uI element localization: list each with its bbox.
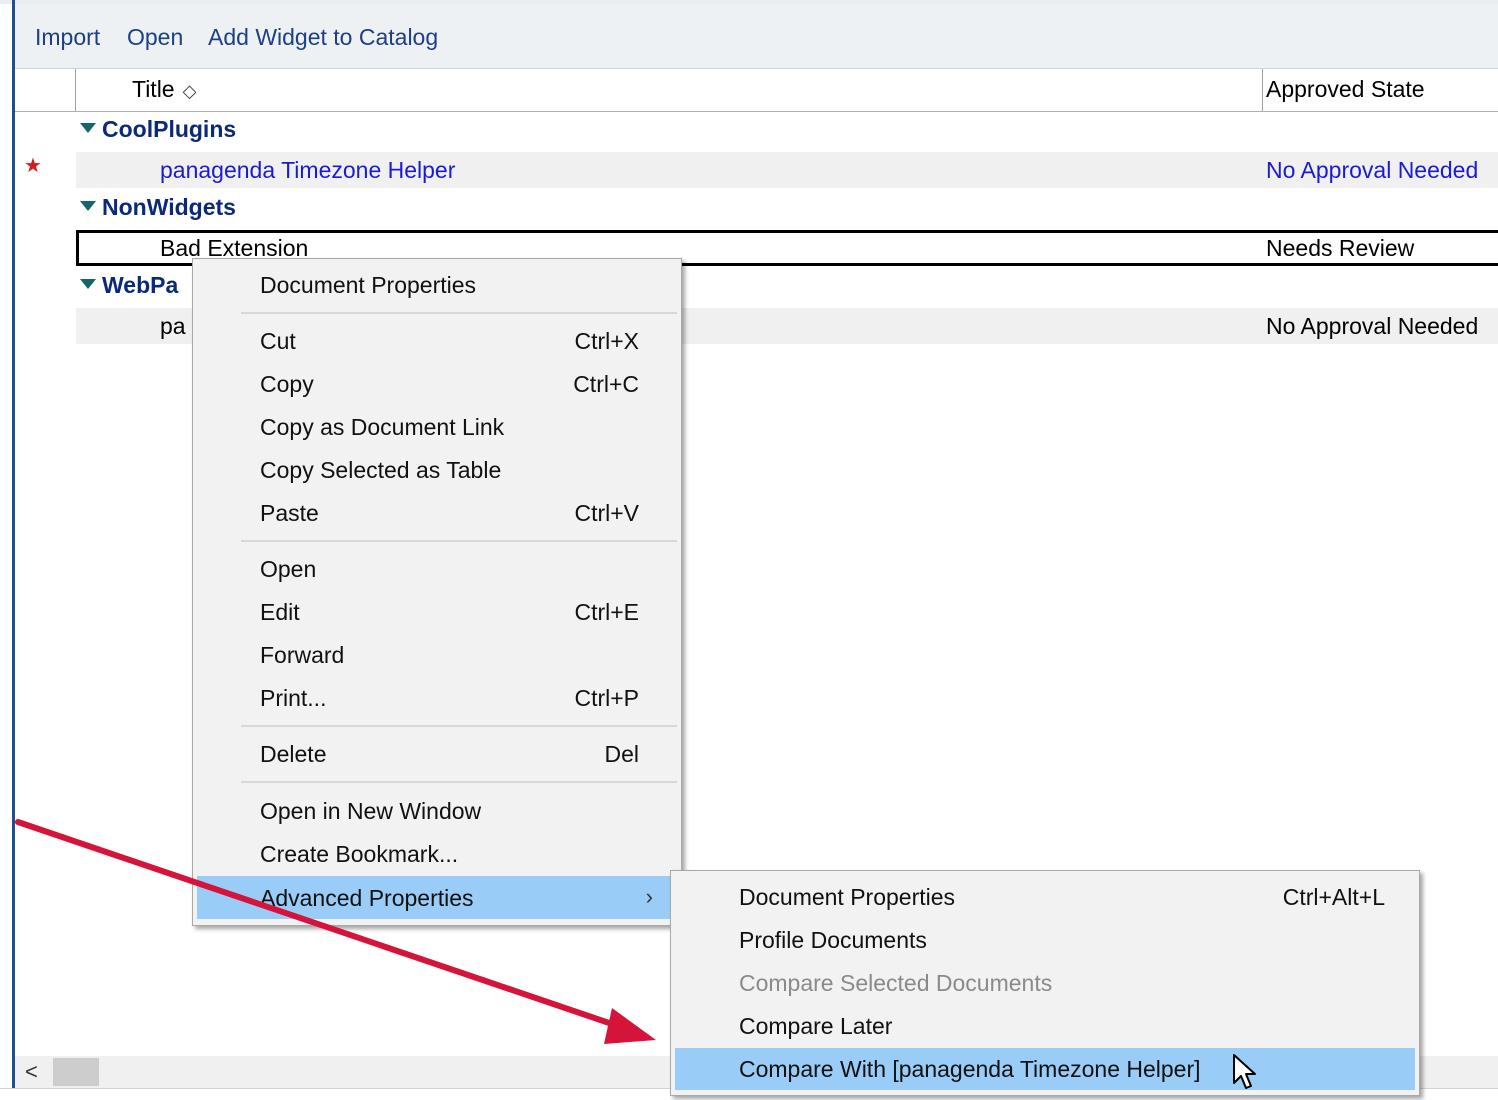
scrollbar-thumb[interactable]: [53, 1058, 99, 1086]
category-label: WebPa: [102, 272, 179, 298]
menu-item-label: Open: [260, 556, 317, 582]
menu-item-label: Profile Documents: [739, 927, 927, 953]
menu-item-label: Document Properties: [739, 884, 956, 910]
document-row[interactable]: panagenda Timezone Helper No Approval Ne…: [76, 152, 1498, 188]
category-row-webpages[interactable]: WebPa: [80, 272, 178, 306]
scroll-left-arrow-icon[interactable]: <: [25, 1059, 38, 1085]
expand-twisty-icon[interactable]: [80, 278, 96, 289]
menu-item-advanced-properties[interactable]: Advanced Properties ›: [197, 876, 677, 919]
menu-item-label: Copy Selected as Table: [260, 457, 502, 483]
unread-star-icon: ★: [24, 155, 42, 177]
column-separator[interactable]: [1262, 69, 1263, 111]
expand-twisty-icon[interactable]: [80, 200, 96, 211]
column-title-label: Title: [132, 76, 175, 102]
add-widget-to-catalog-button[interactable]: Add Widget to Catalog: [208, 24, 438, 51]
menu-item-open[interactable]: Open: [197, 549, 677, 589]
annotation-arrow-head: [604, 1008, 656, 1044]
menu-item-label: Forward: [260, 642, 345, 668]
menu-item-label: Print...: [260, 685, 327, 711]
advanced-properties-submenu: Document Properties Ctrl+Alt+L Profile D…: [670, 870, 1420, 1096]
menu-separator: [241, 540, 677, 542]
menu-item-copy-selected-as-table[interactable]: Copy Selected as Table: [197, 450, 677, 490]
expand-twisty-icon[interactable]: [80, 122, 96, 133]
context-menu: Document Properties Cut Ctrl+X Copy Ctrl…: [192, 258, 682, 926]
menu-item-label: Compare Later: [739, 1013, 893, 1039]
menu-item-label: Compare With [panagenda Timezone Helper]: [739, 1056, 1201, 1082]
submenu-arrow-icon: ›: [645, 884, 653, 909]
menu-item-label: Delete: [260, 741, 327, 767]
menu-item-label: Cut: [260, 328, 296, 354]
document-approved-state: No Approval Needed: [1266, 157, 1479, 183]
category-row-coolplugins[interactable]: CoolPlugins: [80, 116, 236, 150]
menu-item-edit[interactable]: Edit Ctrl+E: [197, 592, 677, 632]
column-separator[interactable]: [75, 69, 76, 111]
document-title: panagenda Timezone Helper: [160, 157, 456, 183]
category-label: NonWidgets: [102, 194, 236, 220]
menu-item-print[interactable]: Print... Ctrl+P: [197, 678, 677, 718]
menu-item-label: Open in New Window: [260, 798, 482, 824]
menu-item-shortcut: Ctrl+C: [573, 371, 639, 397]
notes-view-window: Import Open Add Widget to Catalog Title ◇…: [0, 0, 1498, 1100]
menu-item-cut[interactable]: Cut Ctrl+X: [197, 321, 677, 361]
menu-separator: [241, 781, 677, 783]
category-row-nonwidgets[interactable]: NonWidgets: [80, 194, 236, 228]
column-header-title[interactable]: Title ◇: [132, 76, 196, 103]
menu-item-create-bookmark[interactable]: Create Bookmark...: [197, 834, 677, 874]
submenu-item-document-properties[interactable]: Document Properties Ctrl+Alt+L: [675, 877, 1415, 917]
category-label: CoolPlugins: [102, 116, 237, 142]
column-header-approved-state[interactable]: Approved State: [1266, 76, 1425, 103]
menu-separator: [241, 312, 677, 314]
menu-item-label: Edit: [260, 599, 300, 625]
menu-item-paste[interactable]: Paste Ctrl+V: [197, 493, 677, 533]
menu-item-copy[interactable]: Copy Ctrl+C: [197, 364, 677, 404]
menu-item-label: Paste: [260, 500, 319, 526]
mouse-pointer-icon: [1233, 1054, 1256, 1089]
menu-item-label: Advanced Properties: [260, 885, 474, 911]
view-left-border: [12, 0, 15, 1088]
menu-item-label: Compare Selected Documents: [739, 970, 1053, 996]
document-approved-state: No Approval Needed: [1266, 313, 1479, 339]
menu-item-document-properties[interactable]: Document Properties: [197, 265, 677, 305]
menu-item-shortcut: Del: [604, 741, 639, 767]
menu-item-label: Document Properties: [260, 272, 477, 298]
menu-item-shortcut: Ctrl+X: [574, 328, 639, 354]
column-header-row: Title ◇ Approved State: [15, 69, 1498, 112]
submenu-item-compare-with[interactable]: Compare With [panagenda Timezone Helper]: [675, 1048, 1415, 1090]
menu-item-label: Copy as Document Link: [260, 414, 505, 440]
menu-item-label: Copy: [260, 371, 314, 397]
submenu-item-compare-selected-documents: Compare Selected Documents: [675, 963, 1415, 1003]
submenu-item-compare-later[interactable]: Compare Later: [675, 1006, 1415, 1046]
sort-toggle-icon[interactable]: ◇: [183, 81, 197, 101]
action-bar: Import Open Add Widget to Catalog: [15, 4, 1498, 69]
menu-item-shortcut: Ctrl+Alt+L: [1282, 884, 1385, 910]
import-button[interactable]: Import: [35, 24, 100, 51]
menu-item-open-in-new-window[interactable]: Open in New Window: [197, 791, 677, 831]
menu-item-delete[interactable]: Delete Del: [197, 734, 677, 774]
menu-item-copy-as-document-link[interactable]: Copy as Document Link: [197, 407, 677, 447]
menu-item-shortcut: Ctrl+P: [574, 685, 639, 711]
menu-item-shortcut: Ctrl+V: [574, 500, 639, 526]
menu-item-shortcut: Ctrl+E: [574, 599, 639, 625]
document-approved-state: Needs Review: [1266, 235, 1415, 261]
document-title: pa: [160, 313, 186, 339]
menu-item-forward[interactable]: Forward: [197, 635, 677, 675]
open-button[interactable]: Open: [127, 24, 183, 51]
menu-separator: [241, 725, 677, 727]
submenu-item-profile-documents[interactable]: Profile Documents: [675, 920, 1415, 960]
menu-item-label: Create Bookmark...: [260, 841, 459, 867]
